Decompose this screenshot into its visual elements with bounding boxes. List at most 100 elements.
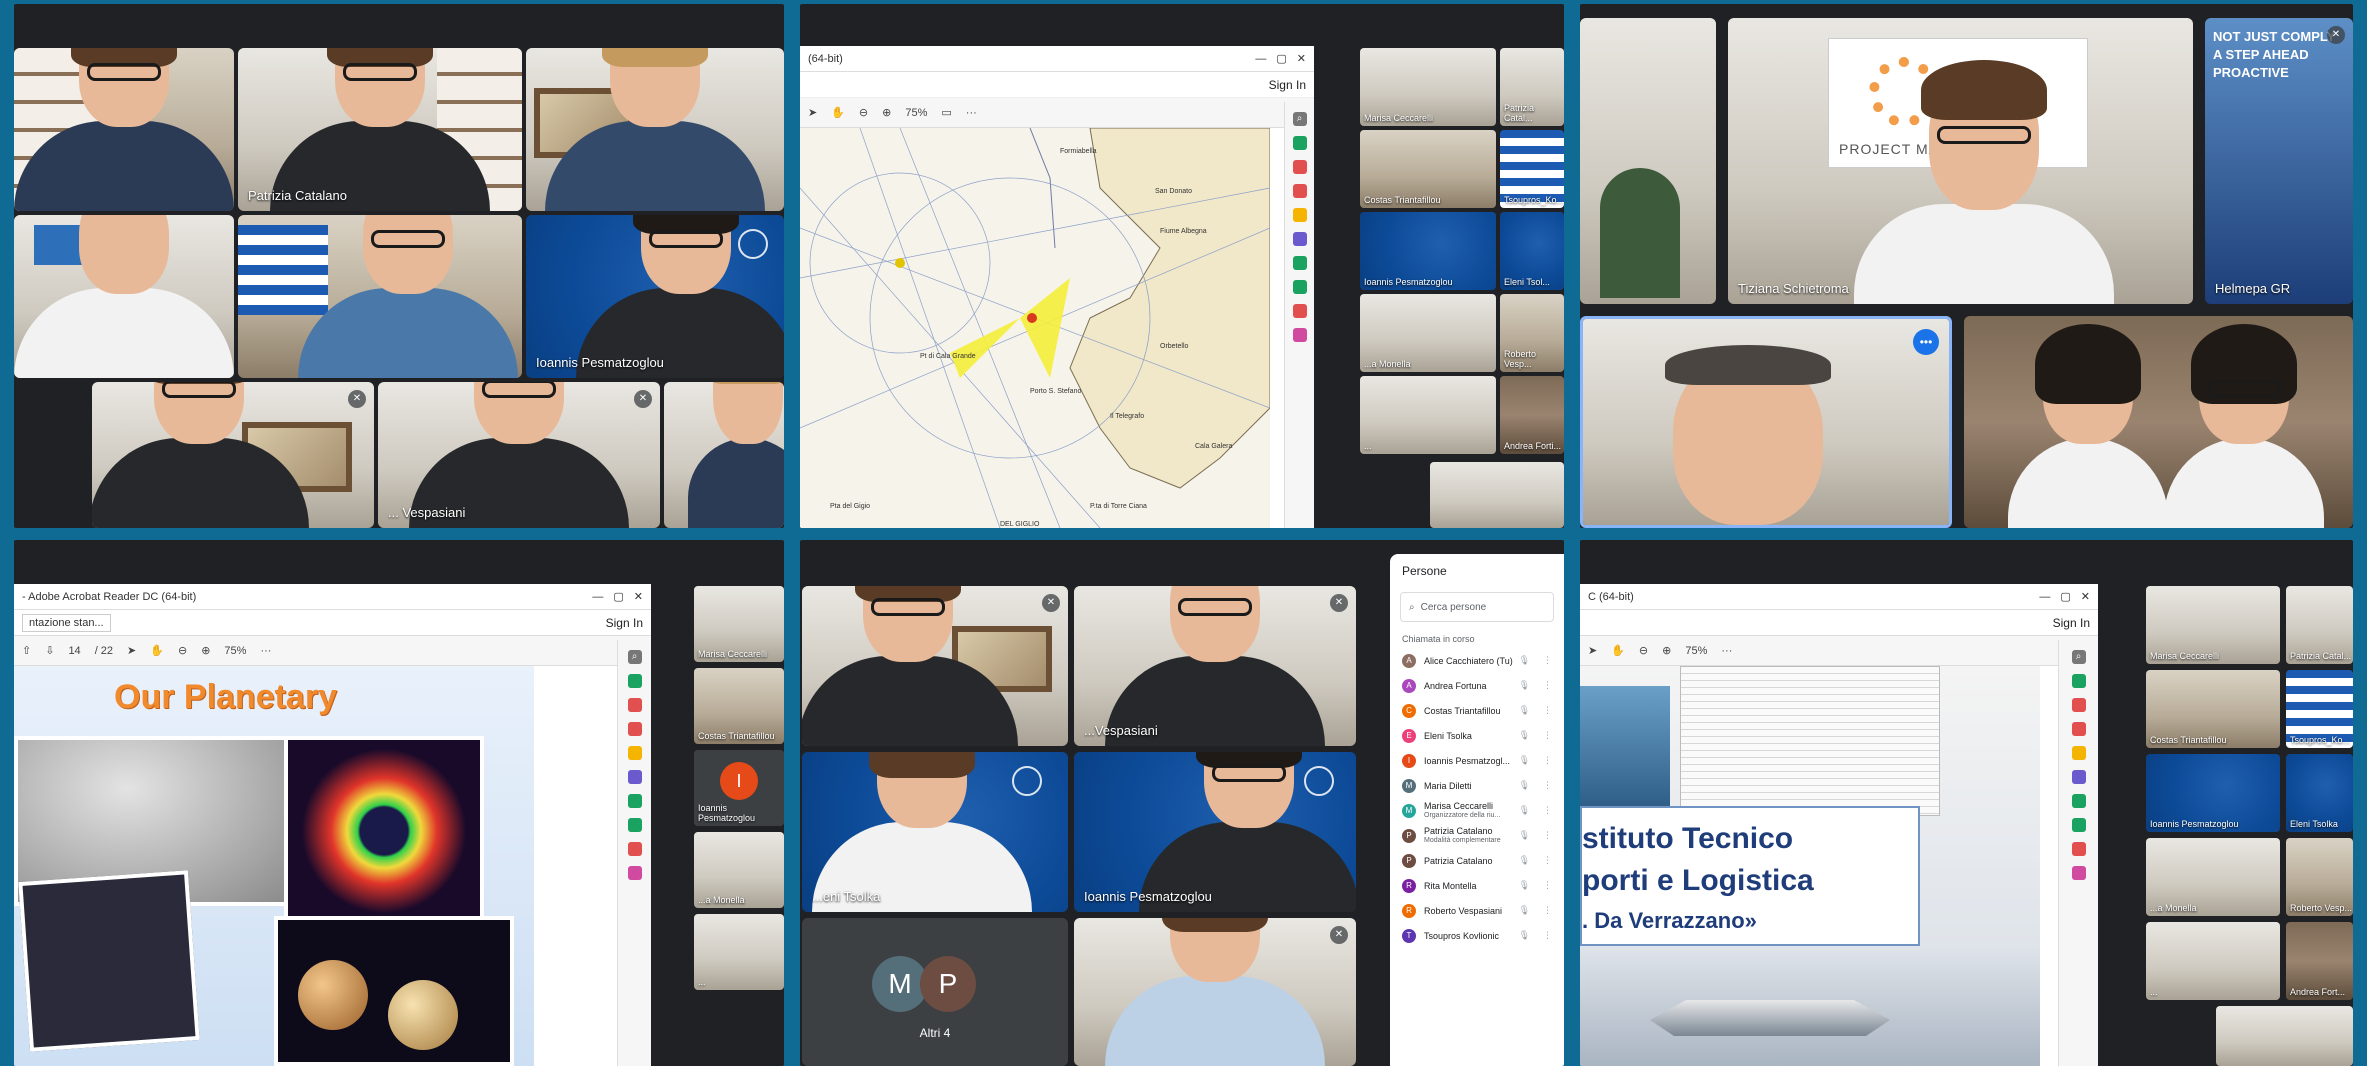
participant-thumb[interactable]: Roberto Vesp... bbox=[2286, 838, 2353, 916]
create-pdf-icon[interactable] bbox=[627, 698, 642, 712]
combine-icon[interactable] bbox=[2071, 770, 2086, 784]
combine-icon[interactable] bbox=[1292, 232, 1307, 246]
comment-tool-icon[interactable] bbox=[2071, 746, 2086, 760]
participant-row[interactable]: T Tsoupros Kovlionic 🎙︎ ⋮ bbox=[1390, 923, 1564, 948]
participant-thumb[interactable]: ...a Monella bbox=[2146, 838, 2280, 916]
export-pdf-icon[interactable] bbox=[2071, 674, 2086, 688]
sign-in-link[interactable]: Sign In bbox=[1269, 78, 1306, 92]
close-icon[interactable]: ✕ bbox=[2081, 590, 2090, 603]
maximize-icon[interactable]: ▢ bbox=[2060, 590, 2070, 603]
sign-in-link[interactable]: Sign In bbox=[2053, 616, 2090, 630]
minimize-icon[interactable]: — bbox=[592, 591, 603, 603]
video-tile[interactable] bbox=[526, 48, 784, 211]
mic-off-icon[interactable]: 🎙︎ bbox=[1519, 855, 1530, 866]
document-tab[interactable]: ntazione stan... bbox=[22, 613, 111, 632]
mic-off-icon[interactable]: 🎙︎ bbox=[1519, 755, 1530, 766]
edit-pdf-icon[interactable] bbox=[627, 722, 642, 736]
participant-thumb[interactable]: Ioannis Pesmatzoglou bbox=[1360, 212, 1496, 290]
minimize-icon[interactable]: — bbox=[2039, 591, 2050, 603]
organize-icon[interactable] bbox=[627, 794, 642, 808]
page-number-input[interactable]: 14 bbox=[68, 645, 80, 657]
participant-row[interactable]: A Andrea Fortuna 🎙︎ ⋮ bbox=[1390, 673, 1564, 698]
mic-off-icon[interactable]: 🎙︎ bbox=[1519, 805, 1530, 816]
participant-thumb[interactable]: Patrizia Catal... bbox=[1500, 48, 1564, 126]
zoom-out-icon[interactable]: ⊖ bbox=[178, 644, 187, 657]
participant-thumb[interactable]: Ioannis Pesmatzoglou bbox=[2146, 754, 2280, 832]
mic-off-icon[interactable]: 🎙︎ bbox=[1519, 730, 1530, 741]
compress-icon[interactable] bbox=[627, 818, 642, 832]
more-options-icon[interactable]: ⋮ bbox=[1543, 905, 1552, 916]
more-options-icon[interactable]: ⋮ bbox=[1543, 805, 1552, 816]
search-people-input[interactable]: ⌕ Cerca persone bbox=[1400, 592, 1554, 622]
more-options-icon[interactable]: ⋮ bbox=[1543, 680, 1552, 691]
mic-off-icon[interactable]: 🎙︎ bbox=[1519, 930, 1530, 941]
participant-thumb[interactable]: Marisa Ceccarelli bbox=[2146, 586, 2280, 664]
page-up-icon[interactable]: ⇧ bbox=[22, 644, 31, 657]
cursor-icon[interactable]: ➤ bbox=[1588, 644, 1597, 657]
more-options-icon[interactable]: ⋮ bbox=[1543, 780, 1552, 791]
participant-thumb[interactable]: Eleni Tsolka bbox=[2286, 754, 2353, 832]
mic-off-icon[interactable]: 🎙︎ bbox=[1519, 705, 1530, 716]
hand-icon[interactable]: ✋ bbox=[831, 106, 845, 119]
participant-thumb[interactable]: Eleni Tsol... bbox=[1500, 212, 1564, 290]
zoom-in-icon[interactable]: ⊕ bbox=[882, 106, 891, 119]
cursor-icon[interactable]: ➤ bbox=[808, 106, 817, 119]
participant-thumb[interactable]: Marisa Ceccarelli bbox=[1360, 48, 1496, 126]
participant-thumb[interactable]: Tsoupros_Ko... bbox=[2286, 670, 2353, 748]
mic-off-icon[interactable]: 🎙︎ bbox=[1519, 655, 1530, 666]
participant-thumb[interactable]: Andrea Forti... bbox=[1500, 376, 1564, 454]
maximize-icon[interactable]: ▢ bbox=[1276, 52, 1286, 65]
participant-thumb[interactable]: Roberto Vesp... bbox=[1500, 294, 1564, 372]
zoom-level[interactable]: 75% bbox=[1685, 645, 1707, 657]
zoom-in-icon[interactable]: ⊕ bbox=[201, 644, 210, 657]
participant-thumb[interactable] bbox=[1430, 462, 1564, 528]
participant-row[interactable]: P Patrizia Catalano Modalità complementare… bbox=[1390, 823, 1564, 848]
participant-row[interactable]: P Patrizia Catalano 🎙︎ ⋮ bbox=[1390, 848, 1564, 873]
fill-sign-icon[interactable] bbox=[2071, 842, 2086, 856]
video-tile-active-speaker[interactable]: ••• bbox=[1580, 316, 1952, 528]
protect-icon[interactable] bbox=[1292, 328, 1307, 342]
search-icon[interactable]: ⌕ bbox=[627, 650, 642, 664]
participant-thumb[interactable]: Andrea Fort... bbox=[2286, 922, 2353, 1000]
participant-row[interactable]: C Costas Triantafillou 🎙︎ ⋮ bbox=[1390, 698, 1564, 723]
participant-thumb[interactable]: ...a Monella bbox=[1360, 294, 1496, 372]
video-tile[interactable] bbox=[1580, 18, 1716, 304]
video-tile[interactable]: ... Vespasiani ✕ bbox=[378, 382, 660, 528]
video-tile[interactable] bbox=[238, 215, 522, 378]
comment-tool-icon[interactable] bbox=[1292, 208, 1307, 222]
video-tile[interactable]: ✕ bbox=[1074, 918, 1356, 1066]
video-tile[interactable]: Ioannis Pesmatzoglou bbox=[1074, 752, 1356, 912]
more-options-icon[interactable]: ⋮ bbox=[1543, 880, 1552, 891]
video-tile[interactable]: ...Vespasiani ✕ bbox=[1074, 586, 1356, 746]
search-icon[interactable]: ⌕ bbox=[1292, 112, 1307, 126]
video-tile[interactable]: ✕ bbox=[92, 382, 374, 528]
video-tile[interactable] bbox=[1964, 316, 2353, 528]
protect-icon[interactable] bbox=[627, 866, 642, 880]
more-icon[interactable]: ··· bbox=[1721, 645, 1732, 657]
mic-off-icon[interactable]: 🎙︎ bbox=[1519, 780, 1530, 791]
organize-icon[interactable] bbox=[2071, 794, 2086, 808]
zoom-out-icon[interactable]: ⊖ bbox=[859, 106, 868, 119]
page-down-icon[interactable]: ⇩ bbox=[45, 644, 54, 657]
hand-icon[interactable]: ✋ bbox=[1611, 644, 1625, 657]
more-options-icon[interactable]: ⋮ bbox=[1543, 755, 1552, 766]
create-pdf-icon[interactable] bbox=[2071, 698, 2086, 712]
comment-tool-icon[interactable] bbox=[627, 746, 642, 760]
participant-thumb[interactable]: Costas Triantafillou bbox=[1360, 130, 1496, 208]
more-options-icon[interactable]: ⋮ bbox=[1543, 830, 1552, 841]
mic-off-icon[interactable]: 🎙︎ bbox=[1519, 830, 1530, 841]
participant-thumb[interactable]: Costas Triantafillou bbox=[694, 668, 784, 744]
others-tile[interactable]: M P Altri 4 bbox=[802, 918, 1068, 1066]
organize-icon[interactable] bbox=[1292, 256, 1307, 270]
participant-thumb[interactable]: ... bbox=[1360, 376, 1496, 454]
compress-icon[interactable] bbox=[2071, 818, 2086, 832]
mic-off-icon[interactable]: 🎙︎ bbox=[1519, 905, 1530, 916]
participant-thumb[interactable]: ... bbox=[694, 914, 784, 990]
mic-off-icon[interactable]: 🎙︎ bbox=[1519, 880, 1530, 891]
participant-row[interactable]: M Maria Diletti 🎙︎ ⋮ bbox=[1390, 773, 1564, 798]
edit-pdf-icon[interactable] bbox=[2071, 722, 2086, 736]
sign-in-link[interactable]: Sign In bbox=[606, 616, 643, 630]
participant-thumb[interactable]: Marisa Ceccarelli bbox=[694, 586, 784, 662]
video-tile[interactable]: NOT JUST COMPLY A STEP AHEAD PROACTIVE ✕ H… bbox=[2205, 18, 2353, 304]
video-tile[interactable]: Patrizia Catalano bbox=[238, 48, 522, 211]
